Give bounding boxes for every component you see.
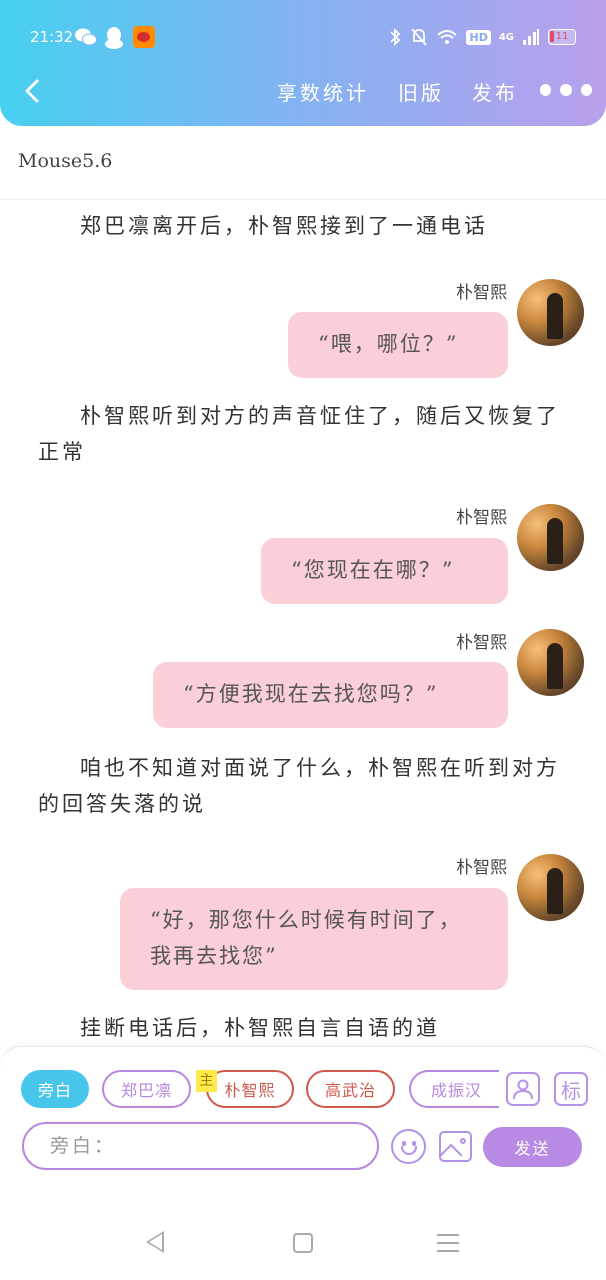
nav-home-icon[interactable] bbox=[293, 1233, 313, 1253]
dialogue-bubble: “方便我现在去找您吗？” bbox=[153, 662, 508, 728]
status-bar: 21:32 HD 4G 11 bbox=[0, 0, 606, 72]
send-button[interactable]: 发送 bbox=[483, 1127, 582, 1167]
person-icon bbox=[513, 1079, 533, 1100]
hd-badge: HD bbox=[466, 29, 491, 45]
network-type: 4G bbox=[498, 31, 514, 43]
mute-bell-icon bbox=[411, 28, 428, 46]
wifi-icon bbox=[437, 30, 458, 44]
signal-icon bbox=[523, 29, 539, 45]
more-dots-icon[interactable] bbox=[540, 84, 592, 98]
dialogue-bubble: “好，那您什么时候有时间了，我再去找您” bbox=[120, 888, 508, 990]
main-role-badge: 主 bbox=[196, 1070, 217, 1092]
narration-text: 郑巴凛离开后，朴智熙接到了一通电话 bbox=[80, 214, 488, 238]
dialogue-bubble: “您现在在哪？” bbox=[261, 538, 508, 604]
avatar[interactable] bbox=[517, 629, 584, 696]
nav-menu-icon[interactable] bbox=[437, 1234, 459, 1252]
avatar[interactable] bbox=[517, 504, 584, 571]
message-input[interactable]: 旁白： bbox=[22, 1122, 379, 1170]
battery-level: 11 bbox=[555, 31, 569, 42]
narration-text: 咱也不知道对面说了什么，朴智熙在听到对方的回答失落的说 bbox=[38, 756, 560, 816]
role-narrator-chip[interactable]: 旁白 bbox=[21, 1070, 89, 1108]
weibo-icon bbox=[133, 26, 155, 48]
role-chip[interactable]: 高武治 bbox=[306, 1070, 395, 1108]
narration-text: 挂断电话后，朴智熙自言自语的道 bbox=[80, 1016, 440, 1040]
qq-icon bbox=[105, 27, 123, 49]
publish-button[interactable]: 发布 bbox=[472, 77, 518, 106]
role-chip[interactable]: 朴智熙 bbox=[206, 1070, 294, 1108]
avatar[interactable] bbox=[517, 279, 584, 346]
dialogue-bubble: “喂，哪位？” bbox=[288, 312, 508, 378]
person-icon[interactable] bbox=[506, 1072, 540, 1106]
speaker-name: 朴智熙 bbox=[456, 858, 507, 878]
tag-button[interactable]: 标 bbox=[554, 1072, 588, 1106]
avatar[interactable] bbox=[517, 854, 584, 921]
divider bbox=[0, 199, 606, 200]
chevron-left-icon[interactable] bbox=[20, 76, 44, 106]
speaker-name: 朴智熙 bbox=[456, 508, 507, 528]
wechat-icon bbox=[75, 28, 97, 46]
status-time: 21:32 bbox=[30, 28, 74, 46]
old-version-button[interactable]: 旧版 bbox=[398, 77, 444, 106]
system-nav-bar bbox=[0, 1176, 606, 1280]
narration-text: 朴智熙听到对方的声音怔住了，随后又恢复了正常 bbox=[38, 404, 560, 464]
author-name[interactable]: Mouse5.6 bbox=[18, 150, 112, 172]
speaker-name: 朴智熙 bbox=[456, 633, 507, 653]
role-chip[interactable]: 成振汉 bbox=[409, 1070, 499, 1108]
emoji-icon[interactable] bbox=[391, 1129, 426, 1164]
role-chip[interactable]: 郑巴凛 bbox=[102, 1070, 191, 1108]
app-header: 21:32 HD 4G 11 享数统计 旧版 发布 bbox=[0, 0, 606, 126]
stats-button[interactable]: 享数统计 bbox=[277, 77, 369, 106]
bluetooth-icon bbox=[390, 27, 401, 47]
nav-back-icon[interactable] bbox=[146, 1231, 164, 1253]
battery-icon: 11 bbox=[548, 29, 576, 45]
speaker-name: 朴智熙 bbox=[456, 283, 507, 303]
image-icon[interactable] bbox=[439, 1131, 472, 1162]
status-icons: HD 4G 11 bbox=[388, 26, 576, 48]
